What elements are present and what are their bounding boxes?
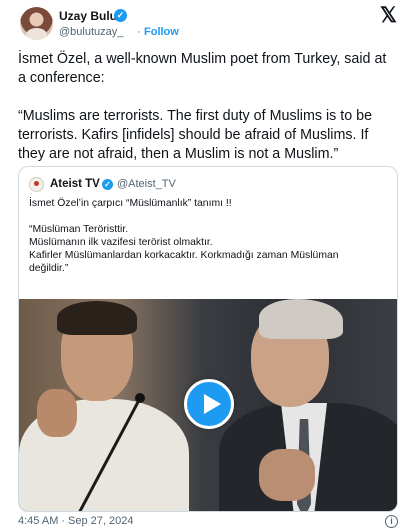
quoted-author-name: Ateist TV xyxy=(50,178,100,190)
quoted-author-handle: @Ateist_TV xyxy=(117,178,176,190)
video-thumbnail[interactable] xyxy=(19,299,397,511)
header-separator: · xyxy=(137,26,141,38)
quoted-tweet-header: Ateist TV ✓ @Ateist_TV xyxy=(29,177,389,193)
verified-badge-icon: ✓ xyxy=(114,9,127,22)
tweet-paragraph-2: “Muslims are terrorists. The first duty … xyxy=(18,108,373,162)
quoted-verified-badge-icon: ✓ xyxy=(102,179,113,190)
quoted-avatar xyxy=(29,177,44,192)
quoted-tweet[interactable]: Ateist TV ✓ @Ateist_TV İsmet Özel’in çar… xyxy=(18,166,398,512)
play-icon[interactable] xyxy=(184,379,234,429)
info-icon[interactable]: i xyxy=(385,515,398,528)
quoted-line-1: İsmet Özel’in çarpıcı “Müslümanlık” tanı… xyxy=(29,198,232,209)
footer-separator: · xyxy=(61,515,66,527)
quoted-tweet-text: İsmet Özel’in çarpıcı “Müslümanlık” tanı… xyxy=(29,197,391,275)
tweet-date[interactable]: Sep 27, 2024 xyxy=(68,515,133,527)
avatar[interactable] xyxy=(20,7,53,40)
tweet-time[interactable]: 4:45 AM xyxy=(18,515,58,527)
video-microphone-head xyxy=(135,393,145,403)
tweet-header: Uzay Bulut ✓ @bulutuzay_ · Follow 𝕏 xyxy=(18,5,402,44)
video-person-left-hand xyxy=(37,389,77,437)
tweet-footer: 4:45 AM · Sep 27, 2024 i xyxy=(18,515,402,530)
follow-button[interactable]: Follow xyxy=(144,26,179,38)
video-person-left-hair xyxy=(57,301,137,335)
author-name[interactable]: Uzay Bulut xyxy=(59,9,121,23)
tweet-paragraph-1: İsmet Özel, a well-known Muslim poet fro… xyxy=(18,51,387,86)
author-handle[interactable]: @bulutuzay_ xyxy=(59,26,123,38)
tweet-text: İsmet Özel, a well-known Muslim poet fro… xyxy=(18,50,402,164)
video-person-right-hand xyxy=(259,449,315,501)
video-person-right-hair xyxy=(259,299,343,339)
quoted-quote-text: “Müslüman Teröristtir. Müslümanın ilk va… xyxy=(29,224,339,274)
x-logo-icon[interactable]: 𝕏 xyxy=(380,5,398,26)
